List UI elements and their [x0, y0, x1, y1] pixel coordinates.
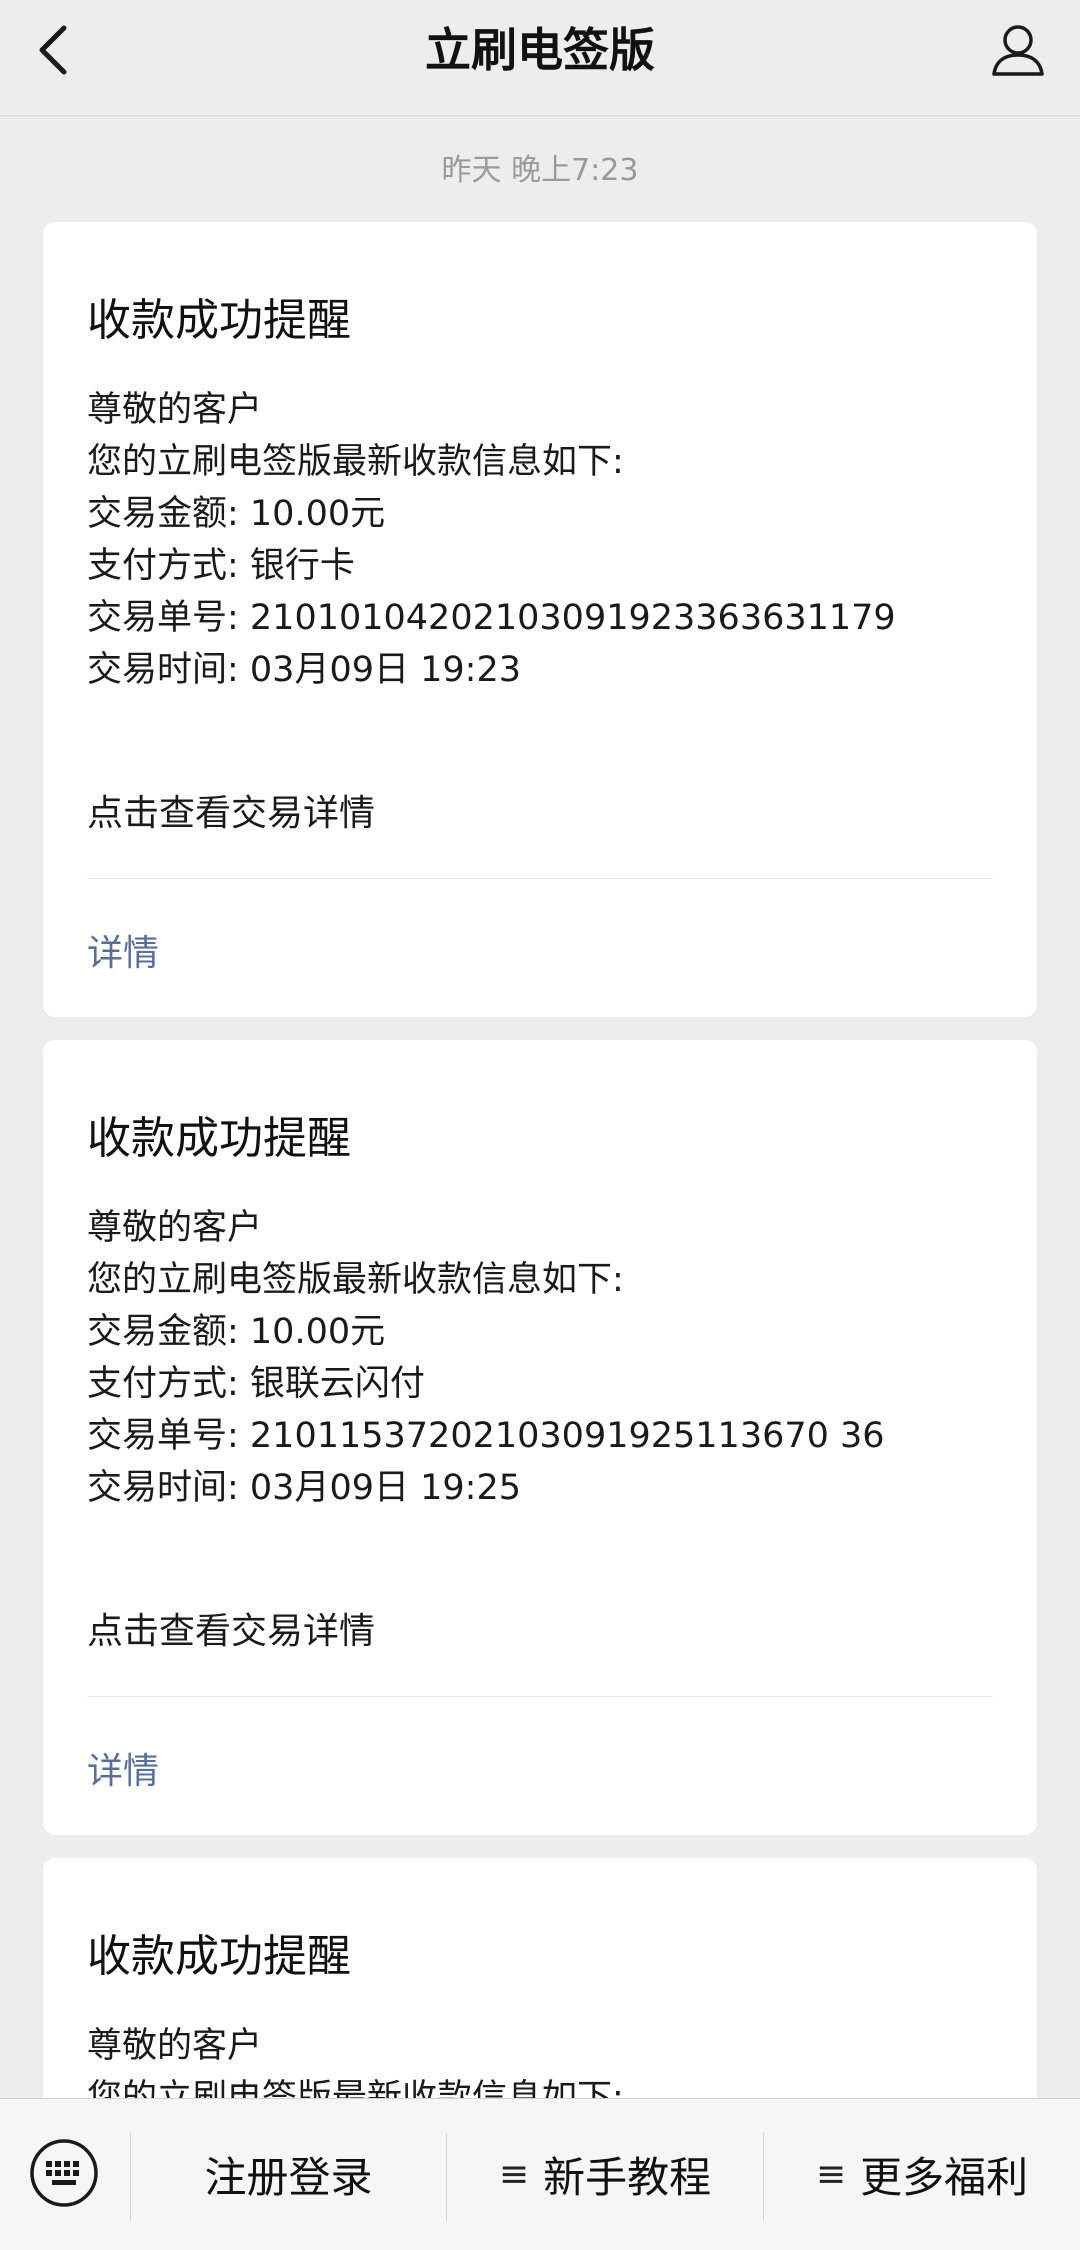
- details-link[interactable]: 详情: [87, 1742, 159, 1794]
- transaction-time-line: 交易时间: 03月09日 19:25: [87, 1468, 521, 1508]
- amount-line: 交易金额: 10.00元: [87, 1312, 386, 1352]
- menu-register-login[interactable]: 注册登录: [131, 2099, 446, 2250]
- user-profile-icon: [992, 25, 1044, 76]
- card-title: 收款成功提醒: [87, 1113, 351, 1164]
- profile-button[interactable]: [982, 14, 1054, 86]
- menu-item-label: 注册登录: [204, 2153, 373, 2202]
- card-message-body: 尊敬的客户 您的立刷电签版最新收款信息如下: 交易金额: 10.00元 支付方式…: [87, 384, 896, 696]
- greeting-line: 尊敬的客户: [87, 390, 263, 430]
- payment-method-line: 支付方式: 银联云闪付: [87, 1364, 425, 1404]
- details-link[interactable]: 详情: [87, 924, 159, 976]
- page-title: 立刷电签版: [425, 23, 655, 77]
- card-message-body: 尊敬的客户 您的立刷电签版最新收款信息如下: 交易金额: 10.00元 支付方式…: [87, 1202, 885, 1514]
- top-navigation-bar: 立刷电签版: [0, 0, 1080, 116]
- menu-lines-icon: ≡: [498, 2154, 530, 2195]
- menu-lines-icon: ≡: [815, 2154, 847, 2195]
- menu-beginner-tutorial[interactable]: ≡ 新手教程: [447, 2099, 763, 2250]
- order-number-line: 交易单号: 21010104202103091923363631179: [87, 598, 896, 638]
- transaction-time-line: 交易时间: 03月09日 19:23: [87, 650, 521, 690]
- intro-line: 您的立刷电签版最新收款信息如下:: [87, 442, 624, 482]
- keyboard-icon: [30, 2139, 98, 2207]
- payment-method-line: 支付方式: 银行卡: [87, 546, 355, 586]
- bottom-menu-bar: 注册登录 ≡ 新手教程 ≡ 更多福利: [0, 2098, 1080, 2250]
- menu-more-benefits[interactable]: ≡ 更多福利: [764, 2099, 1080, 2250]
- card-divider: [87, 878, 993, 879]
- amount-line: 交易金额: 10.00元: [87, 494, 386, 534]
- view-details-prompt[interactable]: 点击查看交易详情: [87, 784, 375, 836]
- menu-item-label: 更多福利: [860, 2153, 1029, 2202]
- card-title: 收款成功提醒: [87, 1931, 351, 1982]
- intro-line: 您的立刷电签版最新收款信息如下:: [87, 1260, 624, 1300]
- keyboard-toggle-button[interactable]: [28, 2137, 100, 2209]
- menu-item-label: 新手教程: [543, 2153, 712, 2202]
- view-details-prompt[interactable]: 点击查看交易详情: [87, 1602, 375, 1654]
- payment-notification-card[interactable]: 收款成功提醒 尊敬的客户 您的立刷电签版最新收款信息如下: 交易金额: 10.0…: [43, 1040, 1037, 1835]
- greeting-line: 尊敬的客户: [87, 1208, 263, 1248]
- greeting-line: 尊敬的客户: [87, 2026, 263, 2066]
- payment-notification-card[interactable]: 收款成功提醒 尊敬的客户 您的立刷电签版最新收款信息如下: 交易金额: 10.0…: [43, 222, 1037, 1017]
- card-title: 收款成功提醒: [87, 295, 351, 346]
- message-timestamp: 昨天 晚上7:23: [441, 153, 639, 188]
- card-divider: [87, 1696, 993, 1697]
- order-number-line: 交易单号: 21011537202103091925113670 36: [87, 1416, 885, 1456]
